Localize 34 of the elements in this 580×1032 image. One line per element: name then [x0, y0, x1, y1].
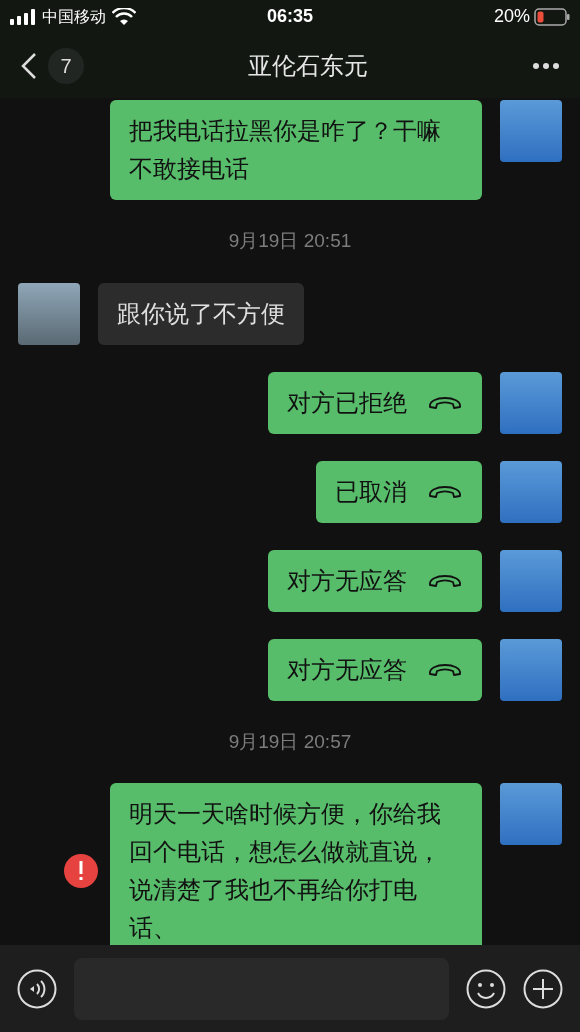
message-bubble[interactable]: 把我电话拉黑你是咋了？干嘛不敢接电话 — [110, 100, 482, 200]
avatar-sky-photo[interactable] — [500, 460, 562, 523]
timestamp: 9月19日 20:57 — [228, 729, 352, 754]
avatar-sky-photo[interactable] — [500, 371, 562, 434]
phone-hangup-icon — [427, 395, 463, 410]
battery-icon — [534, 7, 570, 26]
clock-time: 06:35 — [266, 5, 313, 28]
timestamp: 9月19日 20:51 — [228, 229, 352, 253]
avatar-sky-photo[interactable] — [500, 783, 562, 845]
avatar-building-photo[interactable] — [18, 282, 80, 345]
signal-icon — [10, 8, 36, 25]
call-record-bubble[interactable]: 对方已拒绝 — [268, 371, 482, 434]
avatar-sky-photo[interactable] — [500, 549, 562, 612]
unread-count[interactable]: 7 — [48, 47, 84, 84]
chat-title: 亚伦石东元 — [248, 50, 368, 82]
carrier-name: 中国移动 — [42, 5, 106, 28]
plus-icon[interactable] — [523, 968, 563, 1009]
message-bubble[interactable]: 跟你说了不方便 — [98, 282, 304, 345]
smiley-icon[interactable] — [466, 968, 506, 1009]
back-icon[interactable] — [20, 51, 38, 80]
phone-hangup-icon — [427, 484, 463, 499]
call-record-bubble[interactable]: 对方无应答 — [268, 638, 482, 701]
more-icon[interactable] — [532, 61, 560, 70]
avatar-sky-photo[interactable] — [500, 638, 562, 701]
call-record-bubble[interactable]: 已取消 — [316, 460, 482, 523]
voice-icon[interactable] — [17, 968, 57, 1009]
avatar-sky-photo[interactable] — [500, 100, 562, 162]
call-record-bubble[interactable]: 对方无应答 — [268, 549, 482, 612]
wifi-icon — [112, 7, 136, 26]
phone-hangup-icon — [427, 573, 463, 588]
message-bubble[interactable]: 明天一天啥时候方便，你给我回个电话，想怎么做就直说，说清楚了我也不再给你打电话、 — [110, 783, 482, 945]
battery-percent: 20% — [493, 5, 530, 28]
send-failed-icon[interactable] — [64, 854, 98, 888]
phone-hangup-icon — [427, 662, 463, 677]
